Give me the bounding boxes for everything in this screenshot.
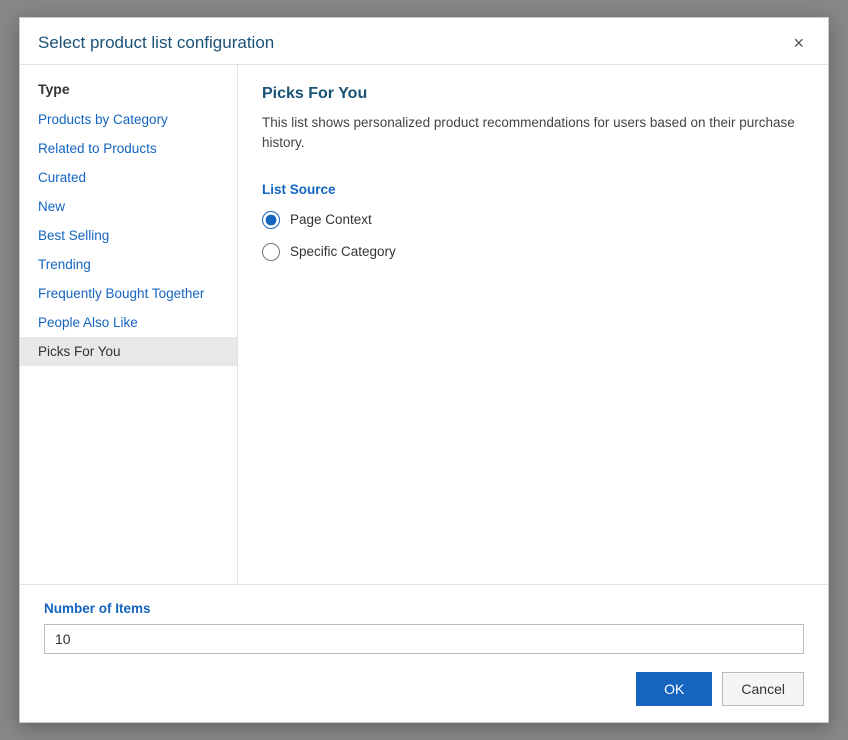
sidebar-item-related-to-products[interactable]: Related to Products — [20, 134, 237, 163]
sidebar-item-trending[interactable]: Trending — [20, 250, 237, 279]
close-button[interactable]: × — [787, 32, 810, 54]
number-of-items-input[interactable] — [44, 624, 804, 654]
list-source-label: List Source — [262, 182, 804, 197]
main-content: Picks For You This list shows personaliz… — [238, 65, 828, 584]
dialog-footer: Number of Items OK Cancel — [20, 584, 828, 722]
sidebar: Type Products by Category Related to Pro… — [20, 65, 238, 584]
radio-label-specific-category: Specific Category — [290, 244, 396, 259]
radio-label-page-context: Page Context — [290, 212, 372, 227]
radio-page-context[interactable]: Page Context — [262, 211, 804, 229]
sidebar-item-products-by-category[interactable]: Products by Category — [20, 105, 237, 134]
sidebar-item-curated[interactable]: Curated — [20, 163, 237, 192]
sidebar-item-best-selling[interactable]: Best Selling — [20, 221, 237, 250]
sidebar-item-people-also-like[interactable]: People Also Like — [20, 308, 237, 337]
ok-button[interactable]: OK — [636, 672, 712, 706]
sidebar-item-picks-for-you[interactable]: Picks For You — [20, 337, 237, 366]
cancel-button[interactable]: Cancel — [722, 672, 804, 706]
sidebar-item-new[interactable]: New — [20, 192, 237, 221]
radio-specific-category[interactable]: Specific Category — [262, 243, 804, 261]
content-description: This list shows personalized product rec… — [262, 113, 804, 154]
number-of-items-label: Number of Items — [44, 601, 804, 616]
dialog-body: Type Products by Category Related to Pro… — [20, 65, 828, 584]
content-title: Picks For You — [262, 85, 804, 103]
dialog-header: Select product list configuration × — [20, 18, 828, 65]
radio-input-specific-category[interactable] — [262, 243, 280, 261]
footer-buttons: OK Cancel — [44, 672, 804, 706]
dialog: Select product list configuration × Type… — [19, 17, 829, 723]
sidebar-header: Type — [20, 75, 237, 105]
dialog-title: Select product list configuration — [38, 33, 274, 53]
sidebar-item-frequently-bought-together[interactable]: Frequently Bought Together — [20, 279, 237, 308]
radio-input-page-context[interactable] — [262, 211, 280, 229]
radio-group: Page Context Specific Category — [262, 211, 804, 261]
